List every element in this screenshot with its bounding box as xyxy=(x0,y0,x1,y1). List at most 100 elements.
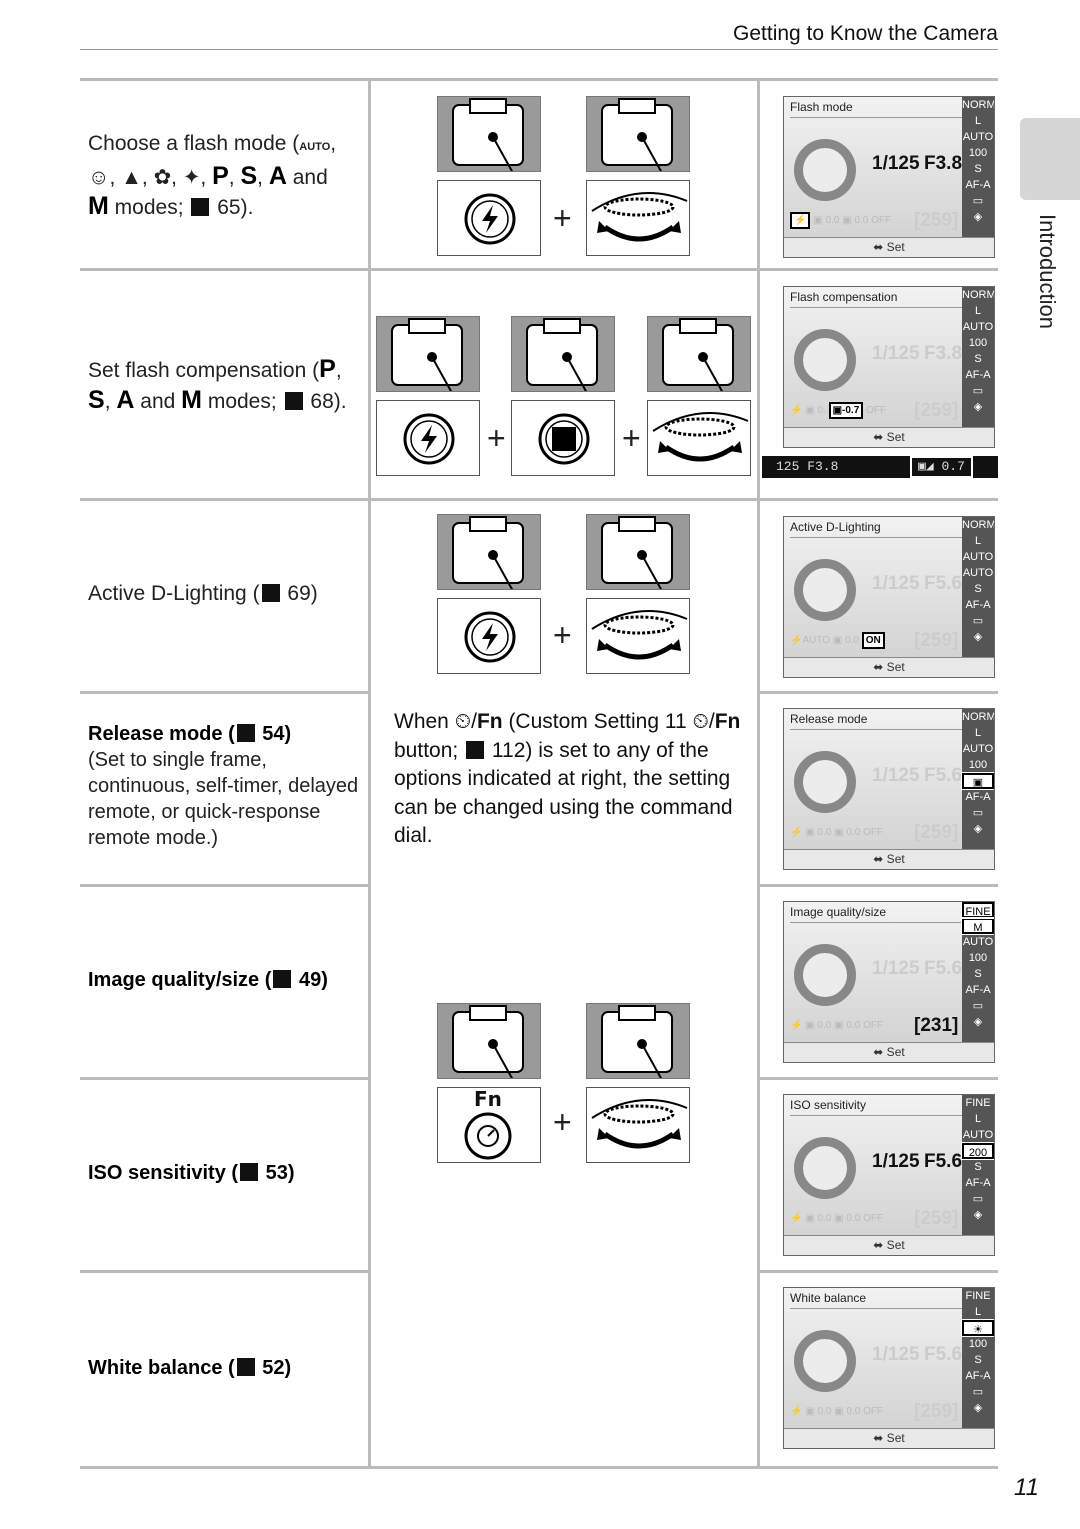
lcd-bottom-item: ▣ 0.0 xyxy=(834,1213,861,1224)
lcd-footer: ⬌ Set xyxy=(784,427,994,447)
lcd-footer: ⬌ Set xyxy=(784,657,994,677)
lcd-title: Release mode xyxy=(790,712,962,730)
lcd-bottom-item: ⚡ xyxy=(790,212,811,229)
lcd-setting: S xyxy=(974,163,982,175)
lcd-settings-column: FINE L AUTO 200 S AF-A ▭ ◈ xyxy=(961,1095,994,1237)
lcd-settings-column: NORM L AUTO 100 ▣ AF-A ▭ ◈ xyxy=(961,709,995,851)
plus-sign: + xyxy=(553,200,572,236)
lcd-setting: AUTO xyxy=(962,321,994,333)
lcd-setting: ▭ xyxy=(972,807,984,819)
table-rule xyxy=(80,1077,369,1080)
lcd-setting: NORM xyxy=(962,519,995,531)
lcd-setting: AUTO xyxy=(962,1129,994,1141)
lcd-bottom-item: ⚡ xyxy=(790,1213,803,1224)
command-dial xyxy=(586,1087,690,1163)
column-rule xyxy=(757,79,760,1469)
lcd-setting: L xyxy=(974,727,982,739)
aperture-graphic xyxy=(794,139,856,201)
lcd-setting: S xyxy=(974,968,982,980)
camera-back-image xyxy=(586,96,690,172)
lcd-frame-count: [259] xyxy=(914,1401,959,1422)
camera-back-image xyxy=(647,316,751,392)
camera-body-image xyxy=(437,1003,541,1079)
release-mode-text: Release mode ( 54) (Set to single frame,… xyxy=(88,723,359,849)
page-ref-icon xyxy=(466,740,485,759)
lcd-screen-flash-mode: Flash mode 1/125 F3.8 ⚡ ▣ 0.0 ▣ 0.0 OFF … xyxy=(783,96,995,258)
lcd-setting: ◈ xyxy=(973,1209,983,1221)
table-rule xyxy=(758,1270,998,1273)
lcd-bottom-item: OFF xyxy=(863,1020,884,1031)
lcd-bottom-item: ▣ 0.0 xyxy=(842,215,869,226)
lcd-settings-column: FINE M AUTO 100 S AF-A ▭ ◈ xyxy=(961,902,994,1044)
lcd-setting: ◈ xyxy=(973,823,983,835)
lcd-setting: FINE xyxy=(965,1290,991,1302)
aperture-graphic xyxy=(794,1330,856,1392)
lcd-aperture: F5.6 xyxy=(924,573,963,594)
camera-body-image xyxy=(511,316,615,392)
page-ref-icon xyxy=(261,584,280,602)
lcd-bottom-item: ▣ 0.0 xyxy=(805,1020,832,1031)
lcd-shutter-speed: 1/125 xyxy=(872,573,920,594)
lcd-setting: 200 xyxy=(961,1142,994,1160)
header-rule xyxy=(80,49,998,50)
aperture-graphic xyxy=(794,559,856,621)
lcd-shutter-speed: 1/125 xyxy=(872,1151,920,1172)
page-ref-icon xyxy=(191,198,210,216)
running-header: Getting to Know the Camera xyxy=(733,22,998,45)
lcd-bottom-item: ⚡ xyxy=(790,1406,803,1417)
aperture-graphic xyxy=(794,1137,856,1199)
lcd-bottom-item: ▣-0.7 xyxy=(828,402,864,419)
lcd-title: Active D-Lighting xyxy=(790,520,962,538)
plus-sign: + xyxy=(487,420,506,456)
aperture-graphic xyxy=(794,751,856,813)
lcd-setting: AUTO xyxy=(962,551,994,563)
lcd-title: Flash mode xyxy=(790,100,962,118)
lcd-frame-count: [259] xyxy=(914,630,959,651)
lcd-settings-column: FINE L ☀ 100 S AF-A ▭ ◈ xyxy=(961,1288,994,1430)
table-rule xyxy=(80,78,998,81)
lcd-bottom-item: ▣ 0.0 xyxy=(813,215,840,226)
lcd-setting: NORM xyxy=(962,711,995,723)
lcd-bottom-item: OFF xyxy=(863,827,884,838)
lcd-shutter-speed: 1/125 xyxy=(872,765,920,786)
lcd-shutter-speed: 1/125 xyxy=(872,153,920,174)
table-rule xyxy=(758,691,998,694)
lcd-frame-count: [259] xyxy=(914,822,959,843)
lcd-setting: ▭ xyxy=(972,385,984,397)
lcd-setting: AF-A xyxy=(965,369,991,381)
lcd-setting: NORM xyxy=(962,99,995,111)
lcd-setting: AF-A xyxy=(965,1370,991,1382)
lcd-setting: ◈ xyxy=(973,401,983,413)
lcd-bottom-item: ⚡ xyxy=(790,827,803,838)
table-rule xyxy=(80,884,369,887)
lcd-bottom-item: OFF xyxy=(863,1213,884,1224)
plus-sign: + xyxy=(622,420,641,456)
auto-mode-icon: AUTO xyxy=(299,141,331,153)
lcd-bottom-item: ⚡AUTO xyxy=(790,635,831,646)
lcd-settings-column: NORM L AUTO AUTO S AF-A ▭ ◈ xyxy=(962,517,994,659)
lcd-setting: ▭ xyxy=(972,1386,984,1398)
page-ref-icon xyxy=(240,1163,259,1181)
lcd-screen-image-quality-size: Image quality/size 1/125 F5.6 ⚡ ▣ 0.0 ▣ … xyxy=(783,901,995,1063)
exposure-compensation-button xyxy=(511,400,615,476)
table-rule xyxy=(80,498,998,501)
lcd-aperture: F5.6 xyxy=(924,1344,963,1365)
side-tab xyxy=(1020,118,1080,200)
lcd-setting: S xyxy=(974,1354,982,1366)
page-ref-icon xyxy=(273,970,292,988)
lcd-footer: ⬌ Set xyxy=(784,1042,994,1062)
lcd-bottom-item: ▣ 0.0 xyxy=(805,1406,832,1417)
lcd-setting: NORM xyxy=(962,289,995,301)
lcd-frame-count: [259] xyxy=(914,210,959,231)
plus-sign: + xyxy=(553,1104,572,1140)
lcd-bottom-item: ⚡ xyxy=(790,1020,803,1031)
lcd-footer: ⬌ Set xyxy=(784,237,994,257)
table-rule xyxy=(80,1466,998,1469)
flash-mode-text: Choose a flash mode (AUTO, ☺, ▲, ✿, ✦, P… xyxy=(88,132,337,220)
lcd-setting: ▭ xyxy=(972,1193,984,1205)
camera-back-image xyxy=(586,514,690,590)
aperture-graphic xyxy=(794,944,856,1006)
lcd-aperture: F5.6 xyxy=(924,765,963,786)
lcd-setting: S xyxy=(974,583,982,595)
flash-button xyxy=(376,400,480,476)
